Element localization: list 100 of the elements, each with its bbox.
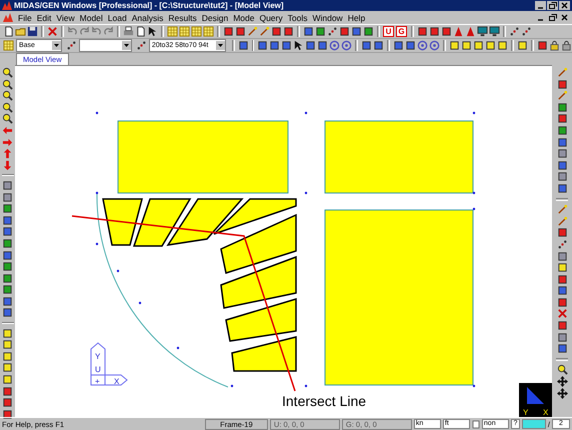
- circle-icon[interactable]: [341, 40, 352, 51]
- square-icon[interactable]: [417, 26, 428, 37]
- grid-icon[interactable]: [191, 26, 202, 37]
- wand-icon[interactable]: [556, 90, 568, 102]
- square-icon[interactable]: [556, 78, 568, 90]
- padlock-icon[interactable]: [560, 40, 572, 51]
- zoom-icon[interactable]: [2, 90, 13, 102]
- square-icon[interactable]: [269, 40, 280, 51]
- view-cube-icon[interactable]: [519, 383, 552, 417]
- zoom-icon[interactable]: [2, 67, 13, 78]
- dropdown-arrow-icon[interactable]: [122, 41, 131, 50]
- square-icon[interactable]: [556, 320, 568, 332]
- pointer-icon[interactable]: [293, 40, 304, 51]
- square-icon[interactable]: [2, 203, 13, 214]
- wand-icon[interactable]: [556, 67, 568, 78]
- square-icon[interactable]: [473, 40, 484, 51]
- arrow-icon[interactable]: [2, 160, 13, 171]
- printer-icon[interactable]: [123, 26, 134, 37]
- move-icon[interactable]: [556, 376, 568, 388]
- arrow-icon[interactable]: [2, 148, 13, 160]
- square-icon[interactable]: [339, 26, 350, 37]
- square-icon[interactable]: [315, 26, 326, 37]
- zoom-icon[interactable]: [2, 113, 13, 124]
- square-icon[interactable]: [556, 250, 568, 262]
- circle-icon[interactable]: [429, 40, 440, 51]
- minimize-button[interactable]: [535, 1, 546, 10]
- menu-item[interactable]: Analysis: [132, 12, 164, 22]
- dropdown-arrow-icon[interactable]: [216, 41, 225, 50]
- square-icon[interactable]: [556, 274, 568, 285]
- square-icon[interactable]: [2, 250, 13, 260]
- grid-icon[interactable]: [167, 26, 178, 37]
- square-icon[interactable]: [556, 343, 568, 354]
- square-icon[interactable]: [257, 40, 268, 51]
- square-icon[interactable]: [556, 171, 568, 182]
- zoom-icon[interactable]: [556, 364, 568, 376]
- cross-icon[interactable]: [556, 308, 568, 320]
- square-icon[interactable]: [556, 296, 568, 308]
- square-icon[interactable]: [2, 214, 13, 226]
- wand-icon[interactable]: [556, 216, 568, 227]
- menu-item[interactable]: File: [18, 12, 32, 22]
- square-icon[interactable]: [2, 328, 13, 339]
- dropdown-arrow-icon[interactable]: [52, 41, 61, 50]
- menu-item[interactable]: Help: [348, 12, 366, 22]
- square-icon[interactable]: [283, 26, 294, 37]
- grid-icon[interactable]: [203, 26, 214, 37]
- menu-item[interactable]: Model: [80, 12, 103, 22]
- dots-icon[interactable]: [509, 26, 520, 37]
- square-icon[interactable]: [235, 26, 246, 37]
- square-icon[interactable]: [305, 40, 316, 51]
- square-icon[interactable]: [2, 226, 13, 238]
- color-swatch[interactable]: [522, 419, 546, 429]
- restore-button[interactable]: [547, 1, 558, 10]
- square-icon[interactable]: [373, 40, 384, 51]
- square-icon[interactable]: [2, 261, 13, 272]
- document-icon[interactable]: [135, 26, 146, 37]
- square-icon[interactable]: [281, 40, 292, 51]
- menu-item[interactable]: Query: [259, 12, 283, 22]
- dropdown-field[interactable]: [78, 39, 132, 52]
- square-icon[interactable]: [497, 40, 508, 51]
- square-icon[interactable]: [485, 40, 496, 51]
- folder-icon[interactable]: [15, 26, 26, 37]
- wand-icon[interactable]: [556, 204, 568, 216]
- document-logo-icon[interactable]: [3, 13, 13, 22]
- square-icon[interactable]: [556, 182, 568, 194]
- arrow-icon[interactable]: [2, 136, 13, 148]
- square-icon[interactable]: [556, 148, 568, 160]
- square-icon[interactable]: [2, 408, 13, 420]
- menu-item[interactable]: Load: [108, 12, 127, 22]
- document-icon[interactable]: [3, 26, 14, 37]
- square-icon[interactable]: [556, 160, 568, 171]
- grid-icon[interactable]: [179, 26, 190, 37]
- dots-icon[interactable]: [556, 238, 568, 250]
- wand-icon[interactable]: [259, 26, 270, 37]
- square-icon[interactable]: [556, 285, 568, 296]
- square-icon[interactable]: [429, 26, 440, 37]
- square-icon[interactable]: [2, 272, 13, 284]
- square-icon[interactable]: [441, 26, 452, 37]
- square-icon[interactable]: [556, 113, 568, 124]
- padlock-icon[interactable]: [548, 40, 560, 51]
- dots-icon[interactable]: [327, 26, 338, 37]
- dots-icon[interactable]: [521, 26, 532, 37]
- square-icon[interactable]: [556, 102, 568, 113]
- square-icon[interactable]: [2, 350, 13, 362]
- square-icon[interactable]: [405, 40, 416, 51]
- square-icon[interactable]: [461, 40, 472, 51]
- square-icon[interactable]: [449, 40, 460, 51]
- square-icon[interactable]: [2, 238, 13, 249]
- square-icon[interactable]: [2, 397, 13, 408]
- square-icon[interactable]: [556, 124, 568, 136]
- dots-icon[interactable]: [66, 40, 77, 51]
- square-icon[interactable]: [536, 40, 548, 51]
- square-icon[interactable]: [271, 26, 282, 37]
- menu-item[interactable]: Mode: [233, 12, 254, 22]
- square-icon[interactable]: [2, 362, 13, 374]
- restore-button[interactable]: [547, 13, 558, 22]
- menu-item[interactable]: Tools: [288, 12, 308, 22]
- square-icon[interactable]: [2, 284, 13, 296]
- menu-item[interactable]: Edit: [36, 12, 52, 22]
- square-icon[interactable]: [2, 386, 13, 397]
- close-button[interactable]: [559, 1, 570, 10]
